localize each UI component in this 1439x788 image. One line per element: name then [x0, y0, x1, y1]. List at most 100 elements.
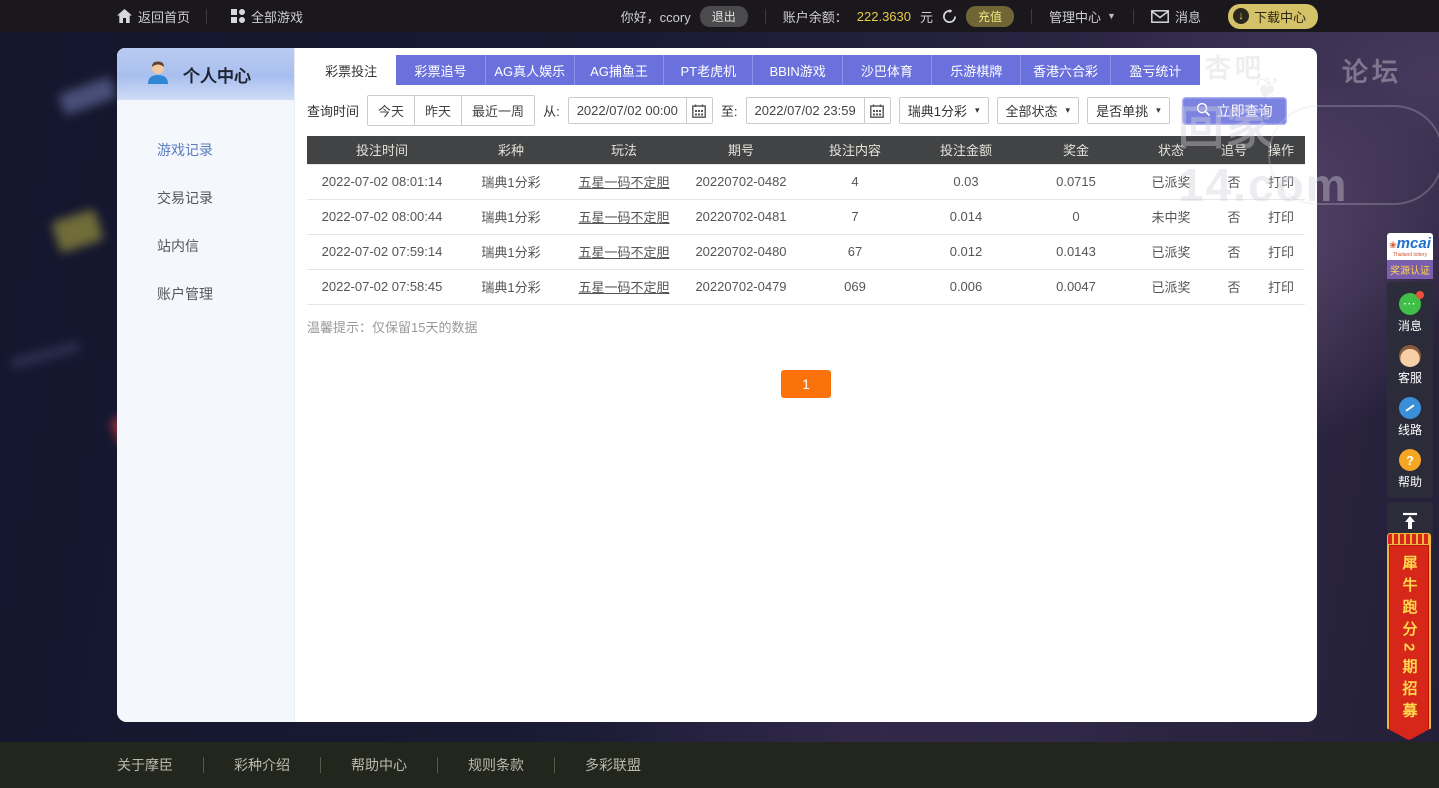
column-header: 投注金额	[911, 136, 1021, 164]
retention-note: 温馨提示：仅保留15天的数据	[307, 319, 478, 335]
footer-link[interactable]: 彩种介绍	[204, 755, 320, 775]
footer-link[interactable]: 帮助中心	[321, 755, 437, 775]
table-row: 2022-07-02 08:00:44 瑞典1分彩 五星一码不定胆 20220702-…	[307, 198, 1305, 235]
tab-item[interactable]: 彩票追号	[396, 55, 486, 85]
column-header: 彩种	[457, 136, 565, 164]
content-area: 彩票投注 彩票追号 AG真人娱乐 AG捕鱼王 PT老虎机 BBIN游戏 沙巴体育 乐游棋牌 香港…	[295, 48, 1317, 722]
recharge-button[interactable]: 充值	[966, 5, 1015, 27]
tab-item[interactable]: PT老虎机	[664, 55, 754, 85]
cell-content: 7	[799, 198, 911, 235]
search-icon	[1196, 102, 1211, 120]
tab-item[interactable]: 盈亏统计	[1110, 55, 1200, 85]
cell-status: 未中奖	[1131, 198, 1211, 235]
table-row: 2022-07-02 08:01:14 瑞典1分彩 五星一码不定胆 20220702-…	[307, 163, 1305, 200]
calendar-icon[interactable]	[863, 98, 890, 123]
tab-item[interactable]: AG捕鱼王	[574, 55, 665, 85]
footer-link[interactable]: 规则条款	[438, 755, 554, 775]
decor-shape	[57, 76, 118, 116]
float-item-service[interactable]: 客服	[1387, 340, 1433, 392]
footer-link[interactable]: 关于摩臣	[117, 755, 203, 775]
tab-item[interactable]: AG真人娱乐	[485, 55, 575, 85]
print-link[interactable]: 打印	[1257, 198, 1305, 235]
avatar	[145, 59, 171, 90]
sidebar-item-link[interactable]: 账户管理	[117, 270, 294, 318]
cell-issue: 20220702-0479	[683, 268, 799, 305]
cell-amount: 0.03	[911, 163, 1021, 200]
quick-date-button[interactable]: 最近一周	[462, 96, 535, 125]
column-header: 操作	[1257, 136, 1305, 164]
filter-select[interactable]: 是否单挑 ▾	[1087, 97, 1170, 124]
sidebar-item-active[interactable]: 游戏记录	[117, 126, 294, 174]
print-link[interactable]: 打印	[1257, 163, 1305, 200]
decor-shape	[9, 341, 81, 369]
tab-item[interactable]: 彩票投注	[307, 55, 397, 85]
filter-selects: 瑞典1分彩 ▾ 全部状态 ▾ 是否单挑 ▾	[898, 97, 1170, 124]
column-header: 投注内容	[799, 136, 911, 164]
filter-select[interactable]: 瑞典1分彩 ▾	[898, 97, 989, 124]
page-1-button[interactable]: 1	[781, 370, 831, 398]
float-item-chat[interactable]: ··· 消息	[1387, 288, 1433, 340]
promo-banner[interactable]: 犀牛跑分2期招募	[1387, 533, 1431, 740]
column-header: 追号	[1211, 136, 1257, 164]
refresh-icon[interactable]	[942, 8, 957, 24]
query-button-label: 立即查询	[1216, 102, 1273, 119]
date-from-input[interactable]: 2022/07/02 00:00	[567, 97, 713, 124]
cell-content: 67	[799, 233, 911, 270]
cell-play-link[interactable]: 五星一码不定胆	[565, 233, 683, 270]
print-link[interactable]: 打印	[1257, 233, 1305, 270]
column-header: 状态	[1131, 136, 1211, 164]
cell-lottery: 瑞典1分彩	[457, 268, 565, 305]
print-link[interactable]: 打印	[1257, 268, 1305, 305]
cell-issue: 20220702-0482	[683, 163, 799, 200]
grid-icon	[231, 9, 246, 23]
home-icon	[117, 9, 132, 23]
cell-play-link[interactable]: 五星一码不定胆	[565, 268, 683, 305]
download-center-label: 下载中心	[1253, 9, 1306, 25]
all-games-link[interactable]: 全部游戏	[231, 7, 303, 26]
tab-item[interactable]: 香港六合彩	[1021, 55, 1111, 85]
download-center-button[interactable]: ↓ 下载中心	[1227, 3, 1318, 29]
cell-chase: 否	[1211, 268, 1257, 305]
cell-play-link[interactable]: 五星一码不定胆	[565, 198, 683, 235]
cell-play-link[interactable]: 五星一码不定胆	[565, 163, 683, 200]
quick-date-button[interactable]: 昨天	[415, 96, 463, 125]
column-header: 玩法	[565, 136, 683, 164]
back-home-link[interactable]: 返回首页	[117, 7, 190, 26]
footer-link[interactable]: 多彩联盟	[555, 755, 671, 775]
float-item-route[interactable]: 线路	[1387, 392, 1433, 444]
messages-link[interactable]: 消息	[1151, 7, 1201, 26]
calendar-icon[interactable]	[685, 98, 712, 123]
sidebar-item-link[interactable]: 交易记录	[117, 174, 294, 222]
quick-date-button[interactable]: 今天	[368, 96, 416, 125]
admin-center-menu[interactable]: 管理中心 ▼	[1049, 7, 1116, 26]
float-item-help[interactable]: ? 帮助	[1387, 444, 1433, 496]
tab-item[interactable]: 沙巴体育	[842, 55, 933, 85]
cert-badge: 奖源认证	[1387, 260, 1433, 279]
select-value: 瑞典1分彩	[907, 104, 967, 119]
logout-button[interactable]: 退出	[699, 5, 748, 27]
page-title: 个人中心	[183, 66, 251, 86]
column-header: 投注时间	[307, 136, 457, 164]
sidebar-header: 个人中心	[117, 48, 294, 100]
balance-unit: 元	[920, 9, 934, 25]
divider	[1031, 8, 1033, 24]
tab-item[interactable]: BBIN游戏	[753, 55, 843, 85]
date-from-value: 2022/07/02 00:00	[576, 103, 678, 118]
cert-card[interactable]: ❀mcai Thailand lottery	[1387, 233, 1433, 260]
chevron-down-icon: ▾	[974, 105, 980, 115]
chevron-down-icon: ▾	[1065, 105, 1071, 115]
filter-bar: 查询时间 今天 昨天 最近一周 从: 2022/07/02 00:00 至: 202…	[307, 95, 1305, 126]
date-to-input[interactable]: 2022/07/02 23:59	[745, 97, 891, 124]
query-button[interactable]: 立即查询	[1181, 96, 1287, 125]
footer: 关于摩臣 彩种介绍 帮助中心 规则条款 多彩联盟	[0, 742, 1439, 788]
date-to-value: 2022/07/02 23:59	[754, 103, 856, 118]
mail-icon	[1151, 9, 1169, 23]
chevron-down-icon: ▼	[1107, 11, 1116, 21]
quick-date-group: 今天 昨天 最近一周	[367, 95, 536, 126]
table-row: 2022-07-02 07:59:14 瑞典1分彩 五星一码不定胆 20220702-…	[307, 233, 1305, 270]
filter-select[interactable]: 全部状态 ▾	[996, 97, 1080, 124]
sidebar-menu: 游戏记录 交易记录 站内信 账户管理	[117, 100, 294, 318]
cell-lottery: 瑞典1分彩	[457, 198, 565, 235]
sidebar-item-link[interactable]: 站内信	[117, 222, 294, 270]
tab-item[interactable]: 乐游棋牌	[932, 55, 1022, 85]
